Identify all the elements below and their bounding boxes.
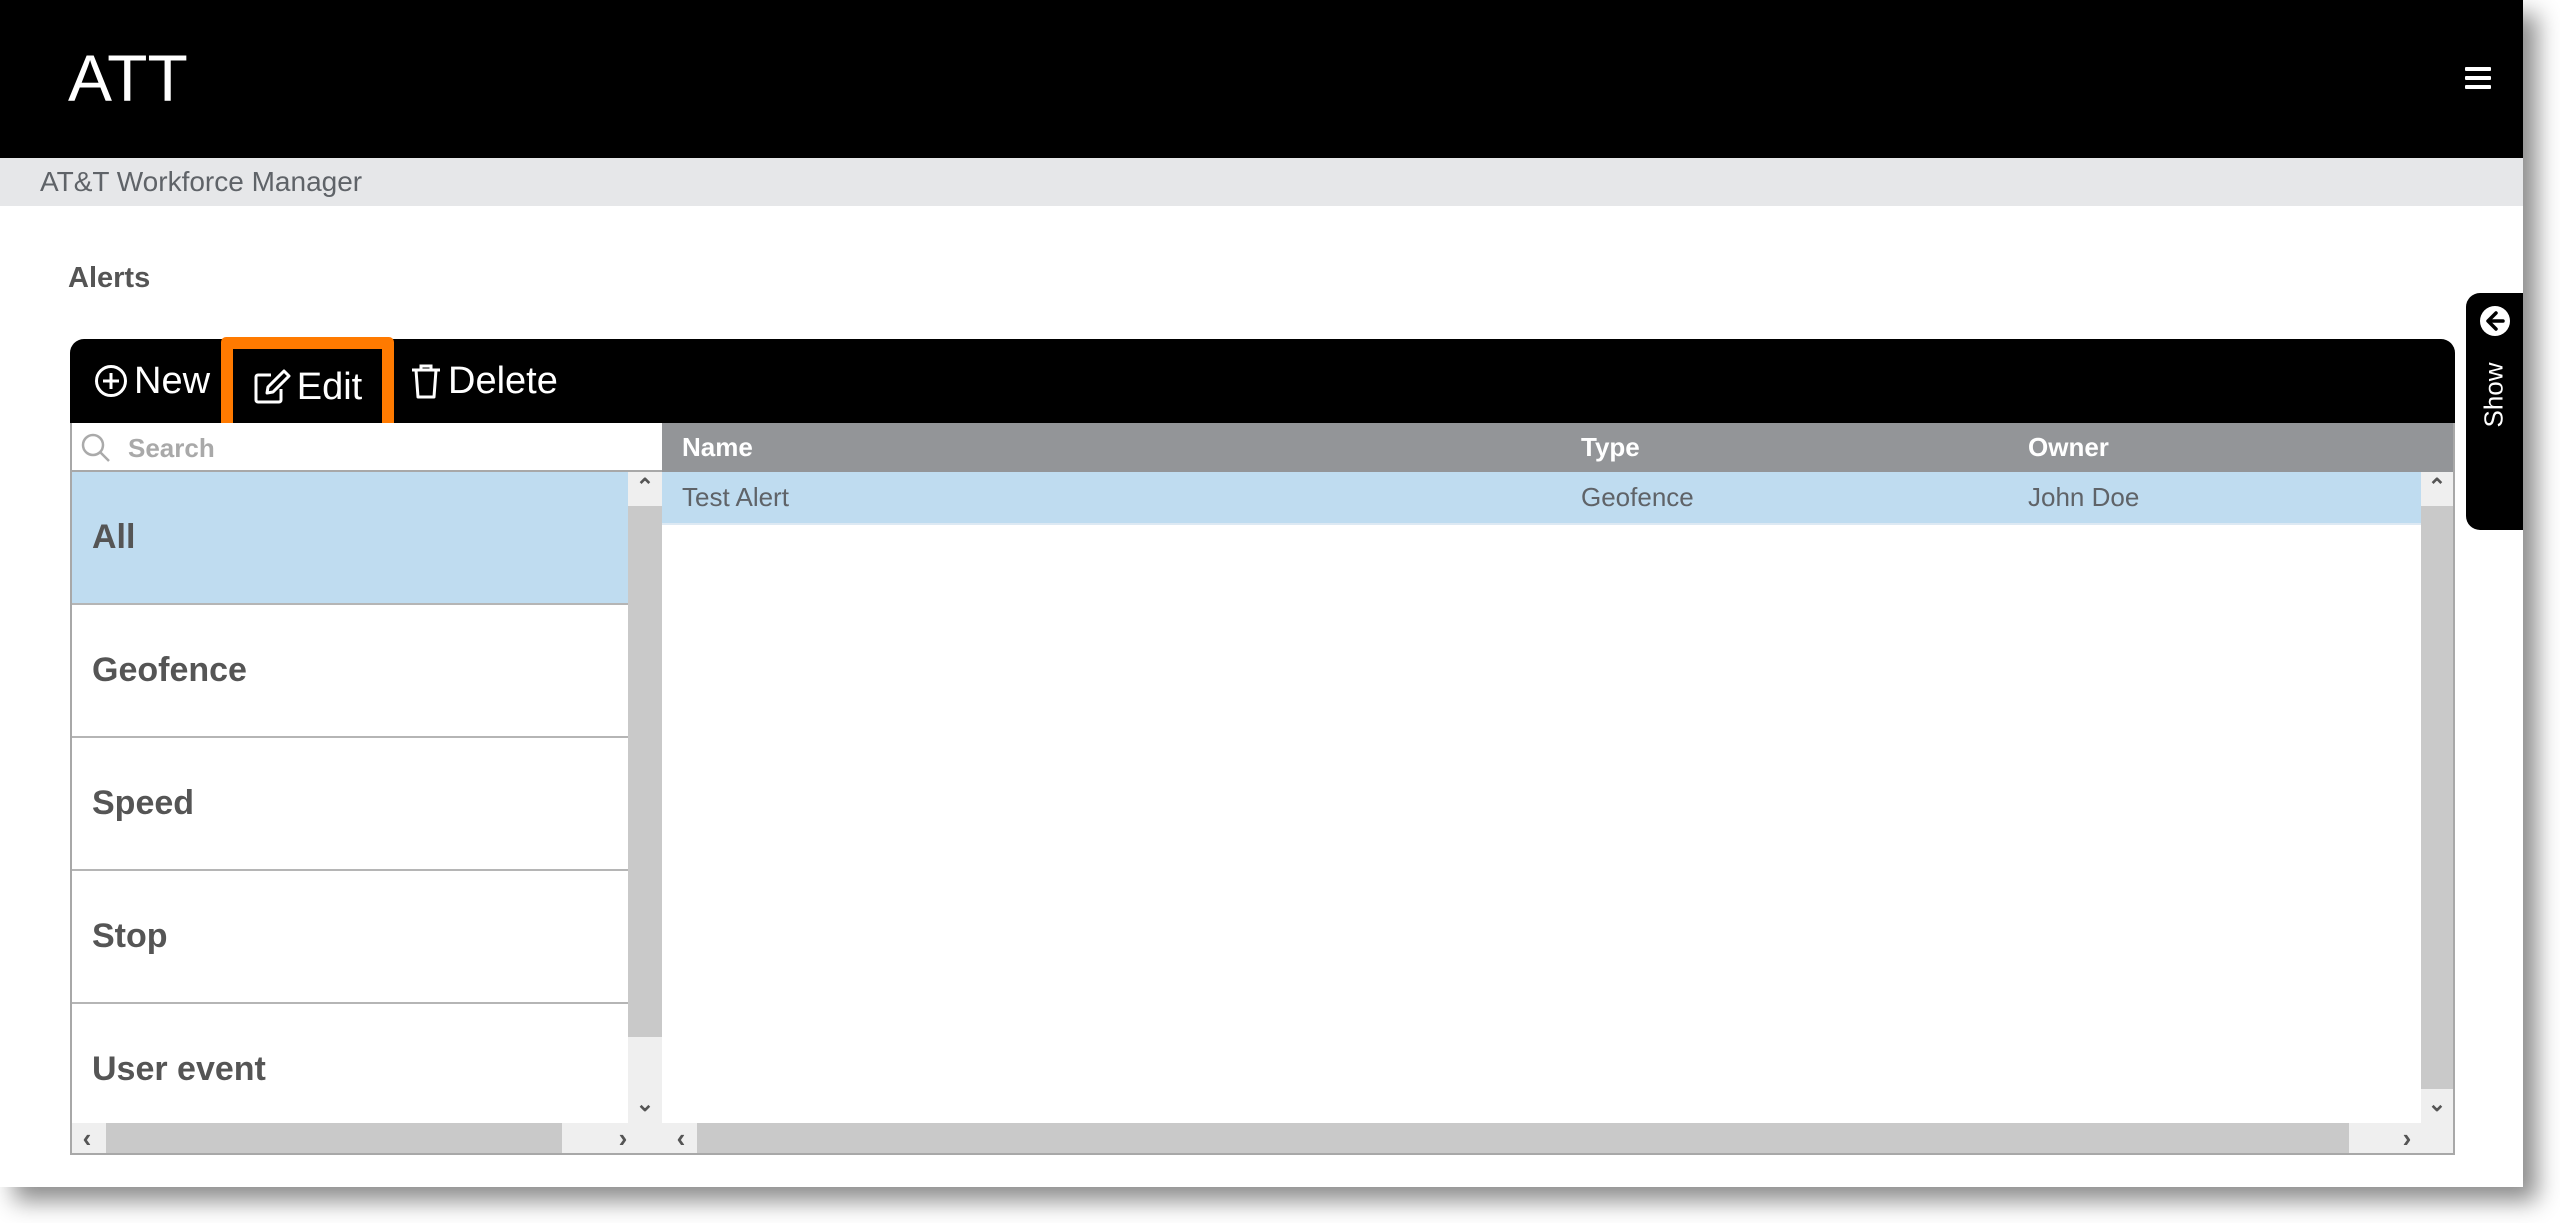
category-pane: All Geofence Speed Stop User event ⌃ ⌄ [70,423,662,1155]
edit-label: Edit [296,365,363,408]
category-label: Speed [92,784,195,822]
table-body: Test Alert Geofence John Doe [662,472,2421,1123]
scroll-thumb[interactable] [697,1123,2349,1153]
arrow-left-circle-icon [2480,306,2510,336]
scroll-thumb[interactable] [628,506,662,1037]
category-label: Geofence [92,651,247,689]
chevron-up-icon[interactable]: ⌃ [628,472,662,502]
column-header-name[interactable]: Name [682,423,753,472]
category-label: Stop [92,917,168,955]
show-label: Show [2478,362,2509,428]
new-button[interactable]: New [94,339,210,423]
search-box [72,423,662,472]
cell-owner: John Doe [2028,482,2140,512]
chevron-left-icon[interactable]: ‹ [666,1123,696,1153]
category-list: All Geofence Speed Stop User event [72,472,628,1123]
app-window: ATT AT&T Workforce Manager Alerts New Ed… [0,0,2523,1187]
cell-type: Geofence [1581,482,1694,512]
search-input[interactable] [126,429,650,467]
page-title: Alerts [68,262,151,294]
category-item-speed[interactable]: Speed [72,738,628,871]
search-icon [81,433,110,462]
trash-icon [412,364,440,399]
chevron-up-icon[interactable]: ⌃ [2421,472,2453,502]
delete-label: Delete [448,359,558,402]
category-item-all[interactable]: All [72,472,628,605]
chevron-right-icon[interactable]: › [608,1123,638,1153]
chevron-down-icon[interactable]: ⌄ [2421,1089,2453,1119]
plus-circle-icon [95,365,127,397]
hamburger-icon-line [2465,76,2491,80]
hamburger-icon-line [2465,85,2491,89]
table-header: Name Type Owner [662,423,2453,472]
top-bar: ATT [0,0,2523,158]
delete-button[interactable]: Delete [410,339,558,423]
scroll-thumb[interactable] [106,1123,562,1153]
chevron-right-icon[interactable]: › [2392,1123,2422,1153]
breadcrumb-bar: AT&T Workforce Manager [0,158,2523,206]
alerts-panel: New Edit Delete Search All Geofence Spee… [70,337,2455,1155]
table-row[interactable]: Test Alert Geofence John Doe [662,472,2421,525]
app-title: ATT [68,41,188,115]
hamburger-menu-button[interactable] [2460,60,2496,96]
category-item-user-event[interactable]: User event [72,1004,628,1123]
edit-icon [254,369,291,404]
column-header-owner[interactable]: Owner [2028,423,2109,472]
app-subtitle: AT&T Workforce Manager [40,166,363,197]
edit-button[interactable]: Edit [221,337,394,437]
category-item-stop[interactable]: Stop [72,871,628,1004]
chevron-left-icon[interactable]: ‹ [72,1123,102,1153]
scroll-thumb[interactable] [2421,506,2453,1089]
cell-name: Test Alert [682,482,789,512]
chevron-down-icon[interactable]: ⌄ [628,1089,662,1119]
category-horizontal-scrollbar[interactable]: ‹ › [72,1123,662,1155]
category-label: User event [92,1050,266,1088]
table-vertical-scrollbar[interactable]: ⌃ ⌄ [2421,472,2453,1123]
column-header-type[interactable]: Type [1581,423,1640,472]
category-item-geofence[interactable]: Geofence [72,605,628,738]
show-panel-tab[interactable]: Show [2466,293,2523,530]
hamburger-icon [2465,67,2491,71]
category-label: All [92,518,136,556]
alerts-table: Name Type Owner Test Alert Geofence John… [662,423,2455,1155]
toolbar: New Edit Delete [70,337,2455,437]
table-horizontal-scrollbar[interactable]: ‹ › [662,1123,2453,1155]
category-vertical-scrollbar[interactable]: ⌃ ⌄ [628,472,662,1123]
new-label: New [134,359,211,402]
